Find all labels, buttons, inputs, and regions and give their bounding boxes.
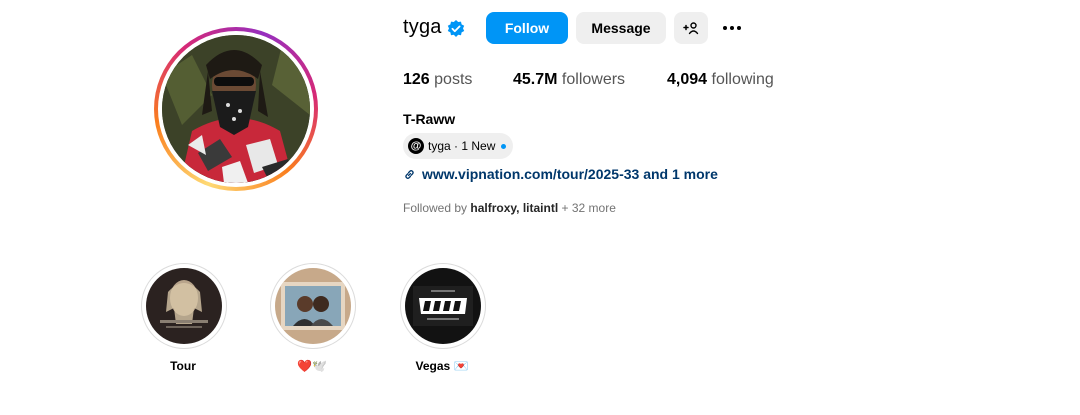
new-indicator-dot — [501, 143, 507, 149]
bio-link[interactable]: www.vipnation.com/tour/2025-33 and 1 mor… — [403, 166, 718, 182]
threads-badge[interactable]: @ tyga · 1 New — [403, 133, 514, 159]
add-user-icon — [683, 22, 699, 35]
following-stat[interactable]: 4,094 following — [667, 71, 774, 89]
message-button[interactable]: Message — [576, 12, 666, 44]
vegas-cover-icon — [405, 268, 481, 344]
highlight-image — [405, 268, 481, 344]
followed-by-suffix: + 32 more — [561, 201, 616, 215]
followed-by-users[interactable]: halfroxy, litaintl — [470, 201, 558, 215]
highlight-heart[interactable]: ❤️🕊️ — [270, 263, 356, 373]
highlight-cover — [141, 263, 227, 349]
profile-full-name: T-Raww — [403, 111, 456, 127]
following-label: following — [711, 71, 774, 88]
highlight-image — [146, 268, 222, 344]
add-user-button[interactable] — [674, 12, 708, 44]
followed-by-prefix: Followed by — [403, 201, 468, 215]
posts-stat: 126 posts — [403, 71, 472, 89]
more-dot — [737, 26, 741, 30]
profile-username: tyga — [403, 16, 442, 38]
highlight-vegas[interactable]: Vegas 💌 — [400, 263, 486, 373]
following-count: 4,094 — [667, 71, 708, 88]
highlight-label: ❤️🕊️ — [297, 359, 327, 373]
followed-by[interactable]: Followed by halfroxy, litaintl + 32 more — [403, 201, 616, 215]
posts-label: posts — [434, 71, 473, 88]
highlight-image — [275, 268, 351, 344]
tour-cover-icon — [146, 268, 222, 344]
link-icon — [405, 169, 414, 179]
profile-avatar[interactable] — [154, 27, 318, 191]
highlight-cover — [270, 263, 356, 349]
highlight-tour[interactable]: Tour — [141, 263, 227, 373]
follow-button[interactable]: Follow — [486, 12, 568, 44]
highlight-label: Tour — [170, 359, 196, 373]
avatar-photo — [162, 35, 310, 183]
followers-stat[interactable]: 45.7M followers — [513, 71, 625, 89]
bio-link-text[interactable]: www.vipnation.com/tour/2025-33 and 1 mor… — [422, 166, 718, 182]
avatar-image-icon — [162, 35, 310, 183]
avatar-border — [158, 31, 314, 187]
more-dot — [723, 26, 727, 30]
photo-cover-icon — [275, 268, 351, 344]
followers-count: 45.7M — [513, 71, 558, 88]
more-options-icon[interactable] — [720, 18, 744, 38]
more-dot — [730, 26, 734, 30]
highlight-cover — [400, 263, 486, 349]
verified-badge-icon — [447, 20, 465, 37]
posts-count: 126 — [403, 71, 430, 88]
threads-icon: @ — [408, 138, 424, 154]
threads-text: tyga · 1 New — [428, 139, 496, 153]
followers-label: followers — [561, 71, 626, 88]
highlight-label: Vegas 💌 — [415, 359, 469, 373]
